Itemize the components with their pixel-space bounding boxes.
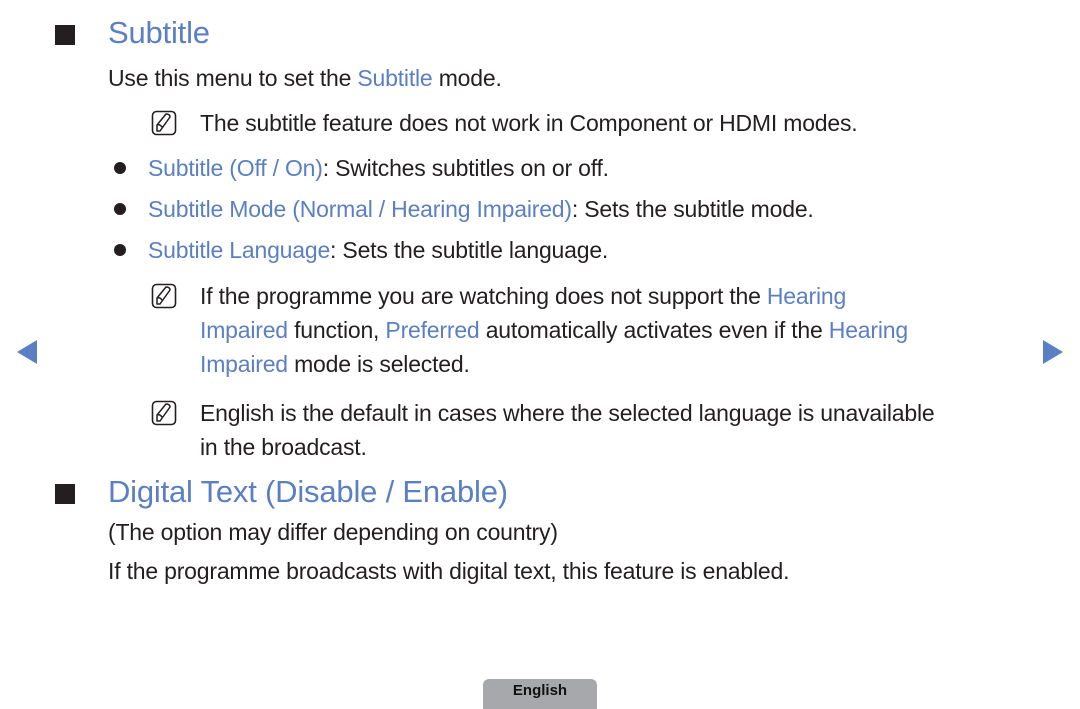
heading-square-icon (55, 484, 75, 504)
previous-page-arrow-icon[interactable] (17, 340, 37, 364)
intro-highlight: Subtitle (357, 65, 433, 91)
note-text-2-line2: Impaired function, Preferred automatical… (200, 317, 908, 343)
bullet-item-subtitle-language: Subtitle Language: Sets the subtitle lan… (148, 237, 609, 263)
digital-text-description: If the programme broadcasts with digital… (108, 558, 790, 584)
note-icon (151, 110, 177, 136)
section-heading-digital-text: Digital Text (Disable / Enable) (108, 474, 508, 509)
digital-text-note: (The option may differ depending on coun… (108, 519, 558, 545)
bullet-icon (114, 162, 126, 174)
section-heading-subtitle: Subtitle (108, 15, 210, 50)
note-text-2-line1: If the programme you are watching does n… (200, 283, 847, 309)
intro-text: Use this menu to set the Subtitle mode. (108, 65, 502, 91)
next-page-arrow-icon[interactable] (1043, 340, 1063, 364)
bullet-item-subtitle: Subtitle (Off / On): Switches subtitles … (148, 155, 609, 181)
note-text-3-line2: in the broadcast. (200, 434, 367, 460)
bullet-icon (114, 244, 126, 256)
note-icon (151, 283, 177, 309)
note-text-1: The subtitle feature does not work in Co… (200, 110, 858, 136)
note-icon (151, 400, 177, 426)
bullet-item-subtitle-mode: Subtitle Mode (Normal / Hearing Impaired… (148, 196, 814, 222)
note-text-2-line3: Impaired mode is selected. (200, 351, 470, 377)
note-text-3-line1: English is the default in cases where th… (200, 400, 935, 426)
heading-square-icon (55, 25, 75, 45)
bullet-icon (114, 203, 126, 215)
